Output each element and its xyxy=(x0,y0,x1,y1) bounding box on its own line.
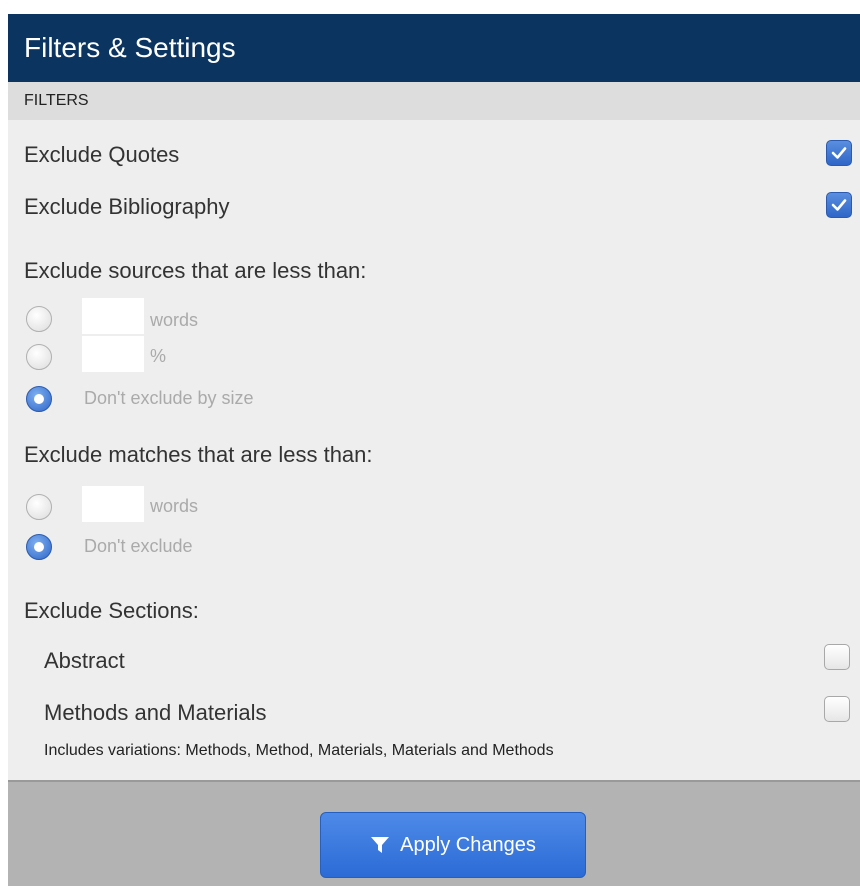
sources-percent-input[interactable] xyxy=(82,336,144,372)
exclude-quotes-checkbox[interactable] xyxy=(826,140,852,166)
checkmark-icon xyxy=(831,147,847,159)
matches-dont-exclude-radio[interactable] xyxy=(26,534,52,560)
section-abstract-label: Abstract xyxy=(44,648,125,673)
filter-funnel-icon xyxy=(371,837,390,853)
filters-settings-panel: Filters & Settings FILTERS Exclude Quote… xyxy=(8,14,860,886)
panel-title: Filters & Settings xyxy=(8,14,860,82)
matches-words-radio[interactable] xyxy=(26,494,52,520)
sources-dont-exclude-radio[interactable] xyxy=(26,386,52,412)
matches-words-input[interactable] xyxy=(82,486,144,522)
section-methods-note: Includes variations: Methods, Method, Ma… xyxy=(44,742,554,759)
section-methods-checkbox[interactable] xyxy=(824,696,850,722)
matches-words-unit: words xyxy=(150,496,199,516)
exclude-sections-heading: Exclude Sections: xyxy=(24,598,199,623)
apply-changes-button[interactable]: Apply Changes xyxy=(320,812,586,878)
exclude-quotes-label: Exclude Quotes xyxy=(24,142,180,167)
sources-words-unit: words xyxy=(150,310,199,330)
matches-dont-exclude-label: Don't exclude xyxy=(84,536,193,556)
panel-footer: Apply Changes xyxy=(8,780,860,886)
exclude-bibliography-label: Exclude Bibliography xyxy=(24,194,230,219)
sources-percent-radio[interactable] xyxy=(26,344,52,370)
sources-dont-exclude-label: Don't exclude by size xyxy=(84,388,254,408)
section-abstract-checkbox[interactable] xyxy=(824,644,850,670)
checkmark-icon xyxy=(831,199,847,211)
section-methods-label: Methods and Materials xyxy=(44,700,267,725)
exclude-sources-heading: Exclude sources that are less than: xyxy=(24,258,367,283)
apply-changes-label: Apply Changes xyxy=(400,833,536,856)
sources-words-radio[interactable] xyxy=(26,306,52,332)
exclude-matches-heading: Exclude matches that are less than: xyxy=(24,442,373,467)
exclude-bibliography-checkbox[interactable] xyxy=(826,192,852,218)
sources-words-input[interactable] xyxy=(82,298,144,334)
filters-section-label: FILTERS xyxy=(8,82,860,120)
sources-percent-unit: % xyxy=(150,346,167,366)
